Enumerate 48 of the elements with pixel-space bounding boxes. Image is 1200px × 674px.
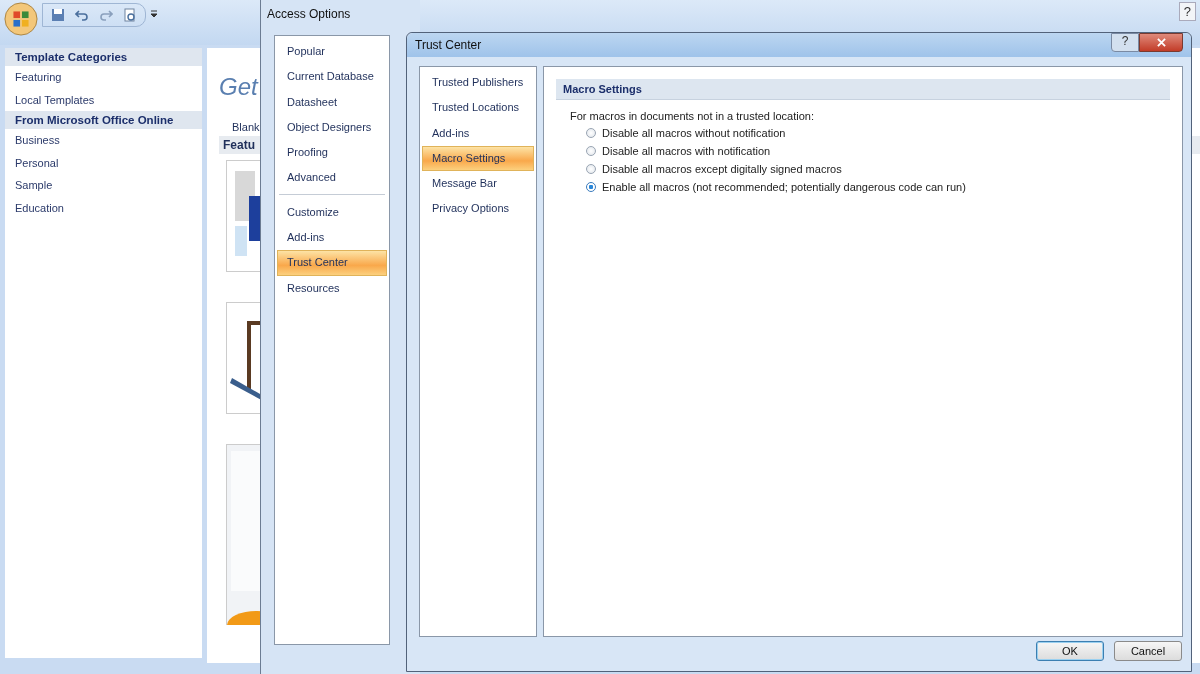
prompt-text: For macros in documents not in a trusted location: [570, 110, 815, 122]
radio-button[interactable] [586, 128, 596, 138]
page-heading: Get [219, 73, 258, 101]
dialog-button[interactable]: OK [1036, 641, 1104, 661]
nav-item[interactable]: Customize [277, 199, 387, 226]
nav-item[interactable]: Resources [277, 275, 387, 301]
nav-item[interactable]: Macro Settings [422, 145, 534, 172]
print-preview-icon[interactable] [123, 8, 137, 22]
redo-icon[interactable] [99, 8, 113, 22]
nav-item[interactable]: Datasheet [277, 89, 387, 115]
category-item[interactable]: Personal [5, 151, 202, 174]
radio-button[interactable] [586, 146, 596, 156]
close-icon [1156, 38, 1166, 47]
radio-option[interactable]: Disable all macros except digitally signed macros [586, 160, 1170, 178]
category-item[interactable]: Local Templates [5, 88, 202, 111]
nav-item[interactable]: Privacy Options [422, 196, 534, 222]
category-item[interactable]: Sample [5, 174, 202, 197]
help-button[interactable]: ? [1111, 33, 1139, 52]
dialog-button[interactable]: Cancel [1114, 641, 1182, 661]
option-label: Enable all macros (not recommended; potentially dangerous code can run) [602, 181, 966, 193]
option-label: Disable all macros without notification [602, 127, 786, 139]
radio-button[interactable] [586, 182, 596, 192]
help-button[interactable]: ? [1178, 2, 1196, 21]
undo-icon[interactable] [75, 8, 89, 22]
nav-item[interactable]: Trusted Publishers [422, 70, 534, 96]
radio-option[interactable]: Enable all macros (not recommended; potentially dangerous code can run) [586, 178, 1170, 196]
category-header: From Microsoft Office Online [5, 111, 202, 129]
radio-button[interactable] [586, 164, 596, 174]
nav-item[interactable]: Popular [277, 39, 387, 65]
option-label: Disable all macros with notification [602, 145, 771, 157]
window-title: Access Options [266, 6, 352, 23]
category-item[interactable]: Featuring [5, 66, 202, 89]
nav-item[interactable]: Message Bar [422, 171, 534, 197]
option-label: Disable all macros except digitally signed macros [602, 163, 842, 175]
nav-item[interactable]: Current Database [277, 64, 387, 90]
category-item[interactable]: Education [5, 196, 202, 219]
window-title: Trust Center [415, 38, 482, 52]
nav-item[interactable]: Trust Center [277, 250, 387, 276]
category-item[interactable]: Business [5, 129, 202, 152]
section-header: Macro Settings [556, 79, 1170, 100]
close-button[interactable] [1139, 33, 1183, 52]
office-logo-icon[interactable] [4, 2, 38, 36]
nav-item[interactable]: Add-ins [277, 225, 387, 251]
save-icon[interactable] [51, 8, 65, 22]
nav-item[interactable]: Advanced [277, 165, 387, 191]
nav-item[interactable]: Trusted Locations [422, 95, 534, 121]
dropdown-icon[interactable] [150, 10, 158, 18]
category-header: Template Categories [5, 48, 202, 66]
